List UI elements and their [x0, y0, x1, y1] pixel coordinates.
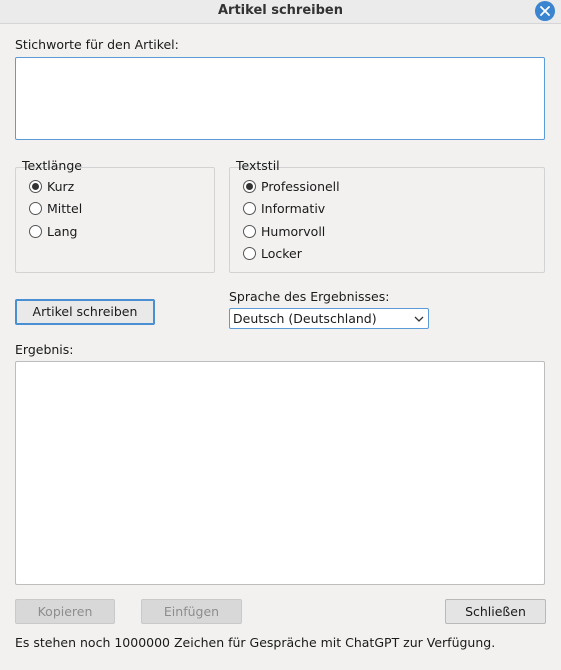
radio-label-informativ: Informativ	[261, 200, 326, 216]
radio-label-mittel: Mittel	[47, 200, 83, 216]
radio-lang[interactable]: Lang	[29, 223, 77, 239]
close-window-button[interactable]	[535, 1, 555, 21]
radio-button[interactable]	[243, 246, 256, 260]
title-bar: Artikel schreiben	[0, 0, 561, 24]
language-select[interactable]: Deutsch (Deutschland)	[229, 308, 429, 329]
radio-button[interactable]	[243, 201, 256, 215]
radio-button[interactable]	[29, 224, 42, 238]
status-text: Es stehen noch 1000000 Zeichen für Gespr…	[15, 635, 496, 650]
result-label: Ergebnis:	[15, 342, 74, 357]
radio-button[interactable]	[29, 179, 42, 193]
radio-button[interactable]	[29, 201, 42, 215]
keywords-input[interactable]	[15, 57, 545, 140]
language-selected: Deutsch (Deutschland)	[233, 311, 377, 326]
close-button[interactable]: Schließen	[445, 599, 546, 624]
keywords-label: Stichworte für den Artikel:	[15, 37, 179, 52]
radio-professionell[interactable]: Professionell	[243, 178, 340, 194]
radio-kurz[interactable]: Kurz	[29, 178, 74, 194]
radio-label-kurz: Kurz	[47, 178, 75, 194]
language-label: Sprache des Ergebnisses:	[229, 289, 390, 304]
text-style-legend: Textstil	[236, 158, 280, 173]
radio-informativ[interactable]: Informativ	[243, 200, 325, 216]
radio-locker[interactable]: Locker	[243, 245, 302, 261]
write-article-button[interactable]: Artikel schreiben	[15, 299, 155, 325]
chevron-down-icon	[414, 316, 424, 322]
radio-label-humorvoll: Humorvoll	[261, 223, 326, 239]
radio-button[interactable]	[243, 224, 256, 238]
radio-label-lang: Lang	[47, 223, 78, 239]
close-icon	[540, 6, 550, 16]
text-length-legend: Textlänge	[22, 158, 82, 173]
radio-humorvoll[interactable]: Humorvoll	[243, 223, 325, 239]
window-title: Artikel schreiben	[218, 3, 343, 18]
radio-button[interactable]	[243, 179, 256, 193]
radio-mittel[interactable]: Mittel	[29, 200, 82, 216]
radio-label-professionell: Professionell	[261, 178, 340, 194]
copy-button[interactable]: Kopieren	[15, 599, 115, 624]
insert-button[interactable]: Einfügen	[141, 599, 242, 624]
result-output[interactable]	[15, 361, 545, 585]
radio-label-locker: Locker	[261, 245, 302, 261]
